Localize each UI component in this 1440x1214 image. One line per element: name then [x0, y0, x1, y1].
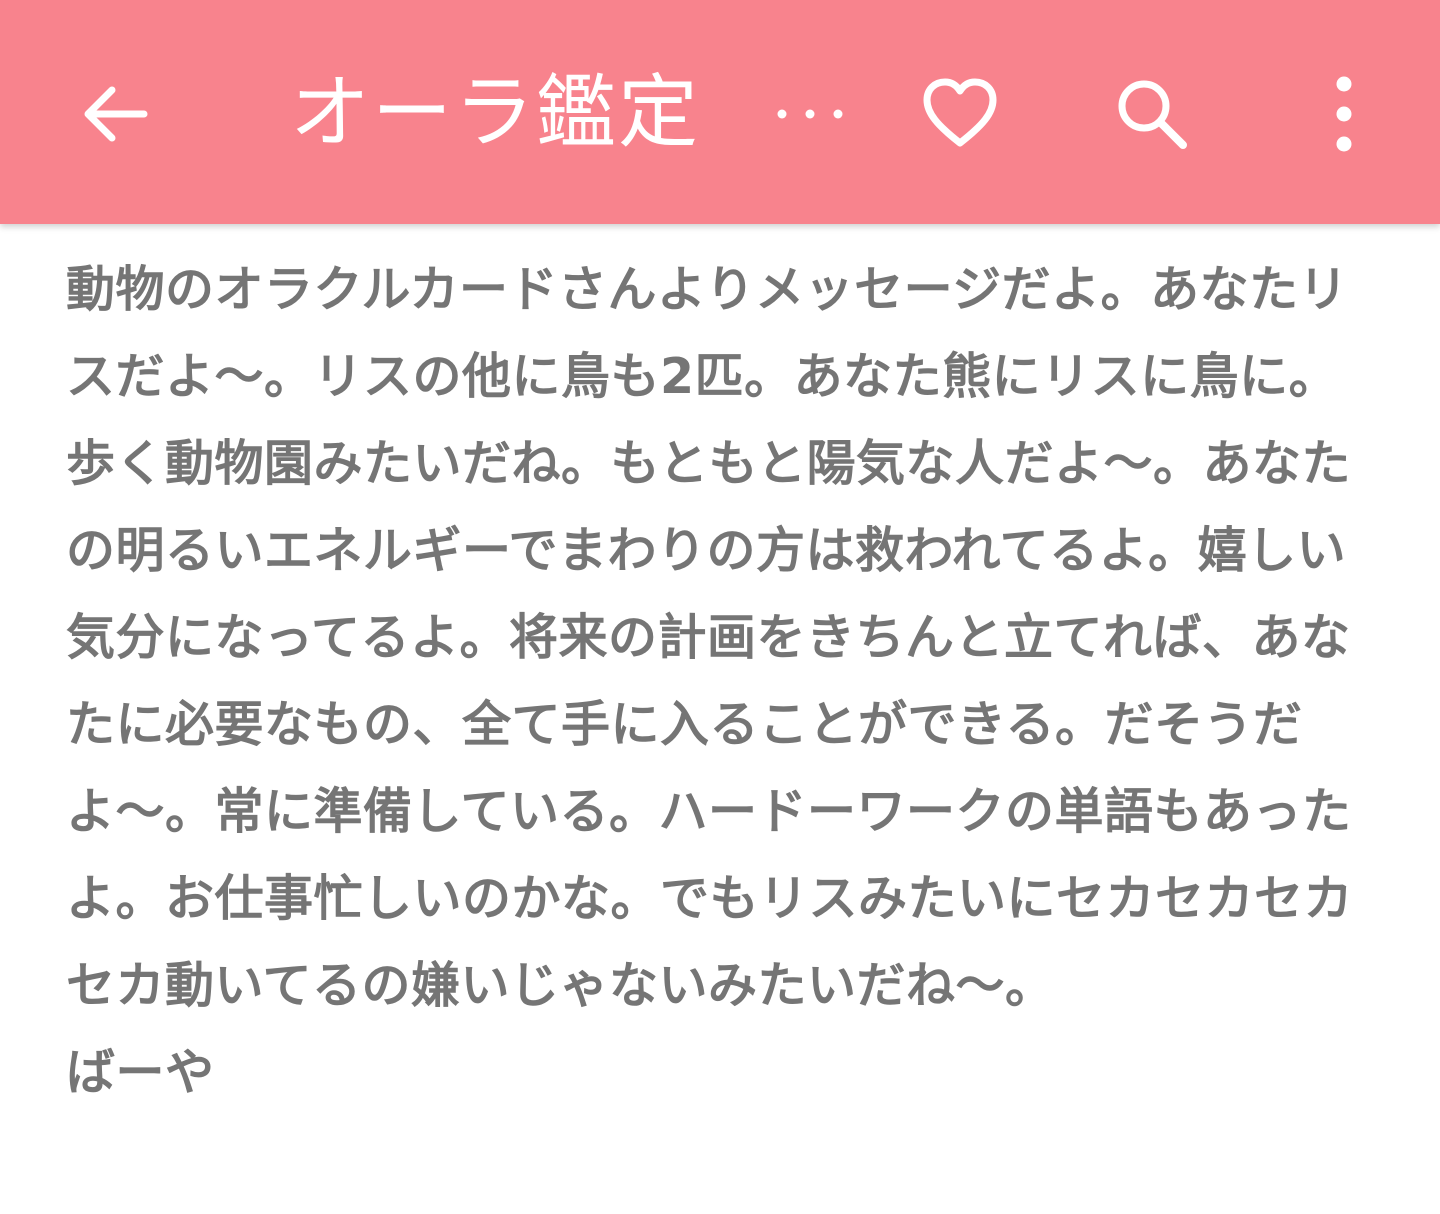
overflow-button[interactable] — [770, 66, 850, 162]
page-title: オーラ鑑定 — [290, 66, 700, 159]
signature-text: ばーや — [66, 1044, 215, 1101]
heart-outline-icon — [923, 78, 997, 147]
app-bar: オーラ鑑定 — [0, 0, 1440, 224]
more-vertical-icon — [1336, 76, 1352, 152]
search-button[interactable] — [1104, 66, 1200, 162]
content-area: 動物のオラクルカードさんよりメッセージだよ。あなたリスだよ〜。リスの他に鳥も2匹… — [66, 246, 1376, 1116]
more-options-button[interactable] — [1296, 66, 1392, 162]
back-button[interactable] — [66, 66, 162, 162]
message-text: 動物のオラクルカードさんよりメッセージだよ。あなたリスだよ〜。リスの他に鳥も2匹… — [66, 261, 1354, 1014]
favorite-button[interactable] — [912, 66, 1008, 162]
search-icon — [1118, 80, 1187, 149]
ellipsis-horizontal-icon — [777, 109, 843, 119]
arrow-left-icon — [84, 86, 148, 142]
